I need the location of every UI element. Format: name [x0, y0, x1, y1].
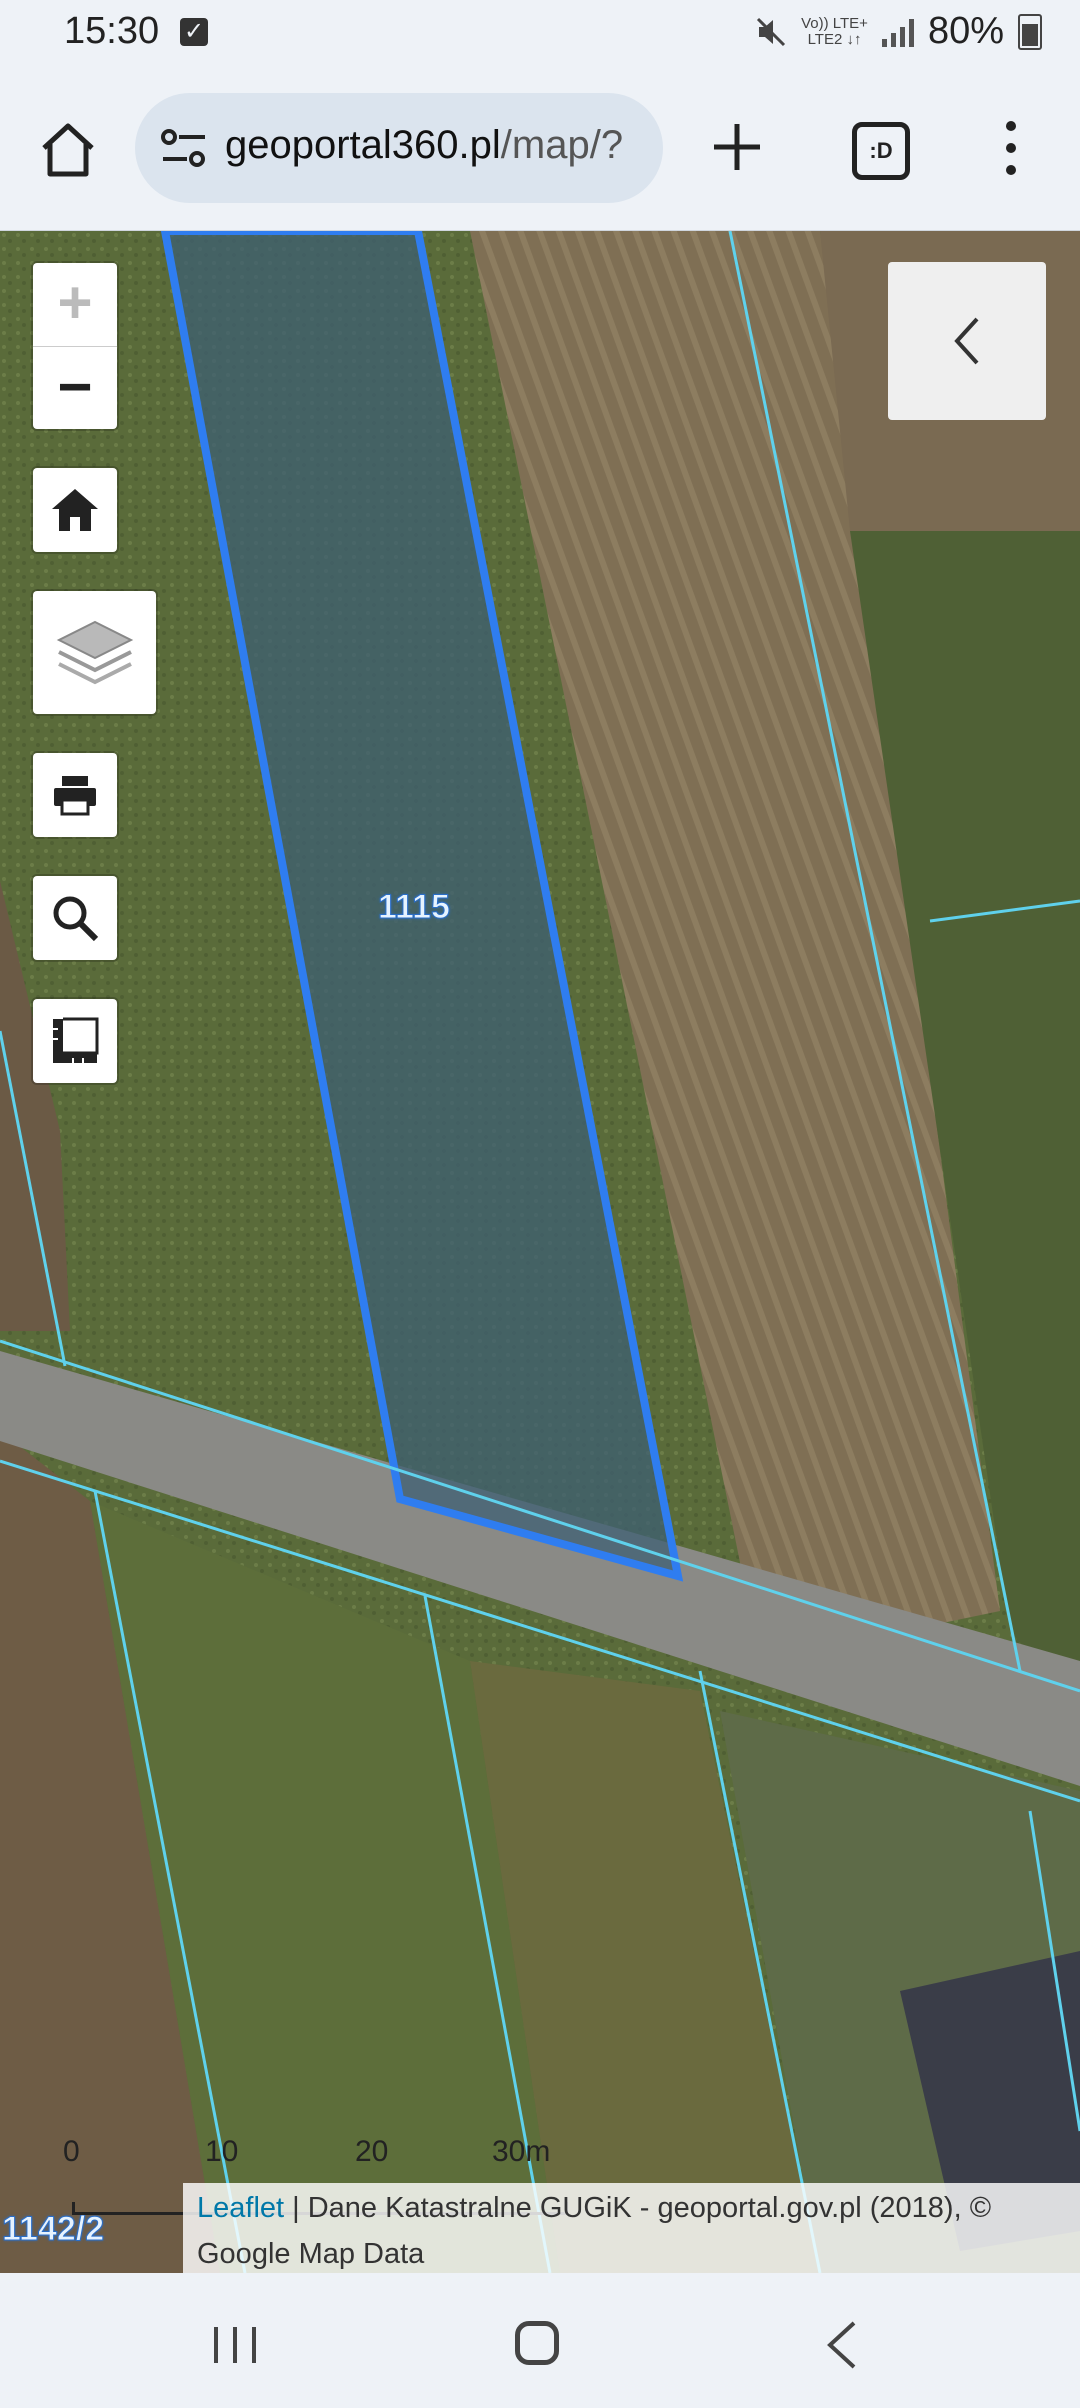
status-bar: 15:30 ✓ Vo)) LTE+ LTE2 ↓↑ 80%: [0, 0, 1080, 70]
notification-check-icon: ✓: [180, 18, 208, 46]
url-text[interactable]: geoportal360.pl/map/?: [225, 123, 650, 168]
chevron-left-icon: [954, 317, 979, 365]
mute-icon: [757, 17, 786, 46]
battery-icon: [1018, 13, 1042, 50]
zoom-in-button[interactable]: +: [33, 263, 117, 347]
zoom-control: + −: [33, 263, 117, 429]
system-nav-bar: [0, 2273, 1080, 2408]
layers-icon: [56, 620, 133, 684]
network-bottom-label: LTE2 ↓↑: [807, 30, 862, 48]
search-button[interactable]: [33, 876, 117, 960]
leaflet-link[interactable]: Leaflet: [197, 2192, 284, 2224]
search-icon: [53, 896, 99, 942]
nav-home-icon[interactable]: [515, 2321, 559, 2365]
status-indicators: Vo)) LTE+ LTE2 ↓↑ 80%: [755, 10, 1042, 53]
neighbor-parcel-label[interactable]: 1142/2: [1, 2210, 104, 2249]
signal-icon: [881, 17, 914, 47]
scale-label-0: 0: [63, 2135, 80, 2168]
browser-home-icon[interactable]: [38, 120, 98, 180]
scale-label-10: 10: [205, 2135, 239, 2168]
parcel-number-label[interactable]: 1115: [378, 888, 451, 927]
battery-level: 80%: [927, 10, 1004, 52]
attribution-text: | Dane Katastralne GUGiK - geoportal.gov…: [197, 2192, 992, 2270]
scale-labels: 0 10 20 30m: [0, 2135, 600, 2175]
zoom-out-button[interactable]: −: [33, 347, 117, 430]
collapse-panel-button[interactable]: [888, 262, 1046, 420]
layers-button[interactable]: [33, 591, 156, 714]
url-domain: geoportal360.pl: [225, 123, 501, 167]
nav-back-icon[interactable]: [822, 2319, 862, 2371]
scale-label-20: 20: [355, 2135, 389, 2168]
more-menu-icon[interactable]: [998, 118, 1024, 178]
address-bar[interactable]: geoportal360.pl/map/?: [135, 93, 663, 203]
new-tab-icon[interactable]: [710, 120, 764, 174]
recent-apps-icon[interactable]: [210, 2325, 260, 2365]
measure-button[interactable]: [33, 999, 117, 1083]
print-icon: [54, 776, 96, 816]
scale-label-30m: 30m: [492, 2135, 551, 2168]
url-path: /map/?: [500, 123, 624, 167]
home-icon: [52, 489, 98, 531]
satellite-imagery: [0, 231, 1080, 2273]
print-button[interactable]: [33, 753, 117, 837]
tabs-button[interactable]: :D: [852, 122, 910, 180]
network-indicator: Vo)) LTE+ LTE2 ↓↑: [801, 14, 868, 48]
map-attribution: Leaflet | Dane Katastralne GUGiK - geopo…: [183, 2183, 1080, 2273]
map-canvas[interactable]: 1115 1142/2 0 10 20 30m Leaflet | Dane K…: [0, 231, 1080, 2273]
home-view-button[interactable]: [33, 468, 117, 552]
network-top-label: Vo)) LTE+: [801, 14, 868, 32]
status-time: 15:30: [64, 10, 160, 52]
site-settings-icon[interactable]: [161, 127, 207, 169]
ruler-icon: [53, 1017, 99, 1063]
